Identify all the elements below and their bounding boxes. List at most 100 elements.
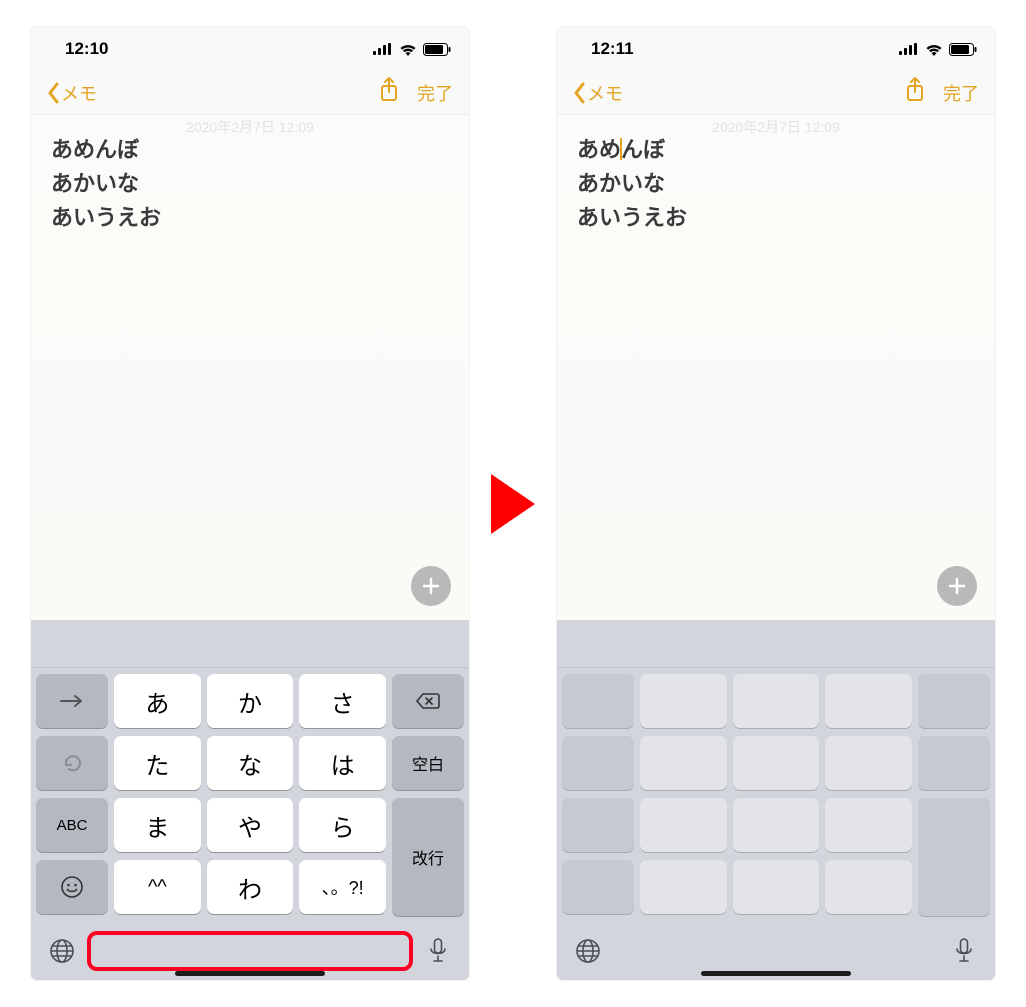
key-punct[interactable]: 、。?! (299, 860, 386, 914)
key-space[interactable]: 空白 (392, 736, 464, 790)
note-line-2: あかいな (577, 167, 975, 201)
globe-icon (575, 938, 601, 964)
keyboard: あ か さ た な は 空白 ABC (31, 668, 469, 922)
spacebar-highlight-annotation (87, 931, 413, 971)
key-ha[interactable]: は (299, 736, 386, 790)
nav-bar: メモ 完了 (557, 71, 995, 115)
key-return[interactable]: 改行 (392, 798, 464, 916)
keyboard-bottom-bar (31, 922, 469, 980)
mic-icon (429, 938, 447, 964)
wifi-icon (925, 43, 943, 56)
key-abc[interactable]: ABC (36, 798, 108, 852)
keyboard-trackpad-mode[interactable] (557, 668, 995, 922)
key-ta[interactable]: た (114, 736, 201, 790)
key-ra[interactable]: ら (299, 798, 386, 852)
status-time: 12:10 (65, 39, 108, 59)
home-indicator[interactable] (175, 971, 325, 976)
globe-button[interactable] (47, 936, 77, 966)
back-label: メモ (61, 80, 97, 106)
blank-key (825, 860, 912, 914)
status-bar: 12:11 (557, 27, 995, 71)
phone-right: 12:11 メモ 完了 2020年2月7日 12:09 あめんぼ (557, 27, 995, 980)
blank-key (562, 674, 634, 728)
blank-key (733, 674, 820, 728)
key-kaomoji[interactable]: ^^ (114, 860, 201, 914)
wifi-icon (399, 43, 417, 56)
dictation-button[interactable] (423, 936, 453, 966)
blank-key (918, 736, 990, 790)
suggestion-strip[interactable] (31, 620, 469, 668)
chevron-back-icon (573, 82, 585, 104)
key-undo[interactable] (36, 736, 108, 790)
add-button[interactable] (937, 566, 977, 606)
phone-left: 12:10 メモ 完了 2020年2月7日 12:09 あめんぼ (31, 27, 469, 980)
blank-key (640, 736, 727, 790)
cellular-icon (373, 43, 393, 55)
cellular-icon (899, 43, 919, 55)
note-line-2: あかいな (51, 167, 449, 201)
share-icon (905, 77, 925, 103)
plus-icon (948, 577, 966, 595)
key-wa-label: わ (238, 870, 262, 905)
mic-icon (955, 938, 973, 964)
delete-icon (415, 692, 441, 710)
status-indicators (899, 43, 977, 56)
done-button[interactable]: 完了 (417, 80, 453, 106)
back-label: メモ (587, 80, 623, 106)
share-button[interactable] (905, 77, 925, 108)
smiley-icon (60, 875, 84, 899)
blank-key (733, 736, 820, 790)
key-ya[interactable]: や (207, 798, 294, 852)
blank-key (825, 674, 912, 728)
plus-icon (422, 577, 440, 595)
key-ma[interactable]: ま (114, 798, 201, 852)
key-sa[interactable]: さ (299, 674, 386, 728)
note-timestamp: 2020年2月7日 12:09 (712, 117, 840, 139)
battery-icon (949, 43, 977, 56)
blank-key (640, 674, 727, 728)
note-line-3: あいうえお (51, 201, 449, 235)
share-icon (379, 77, 399, 103)
back-button[interactable]: メモ (573, 80, 623, 106)
key-wa[interactable]: わ (207, 860, 294, 914)
blank-key (562, 798, 634, 852)
key-a[interactable]: あ (114, 674, 201, 728)
add-button[interactable] (411, 566, 451, 606)
key-next-candidate[interactable] (36, 674, 108, 728)
note-content-area[interactable]: 2020年2月7日 12:09 あめんぼ あかいな あいうえお (31, 115, 469, 620)
back-button[interactable]: メモ (47, 80, 97, 106)
status-indicators (373, 43, 451, 56)
key-ka[interactable]: か (207, 674, 294, 728)
key-emoji[interactable] (36, 860, 108, 914)
blank-key (733, 798, 820, 852)
blank-key (640, 798, 727, 852)
blank-key (918, 674, 990, 728)
share-button[interactable] (379, 77, 399, 108)
suggestion-strip[interactable] (557, 620, 995, 668)
home-indicator[interactable] (701, 971, 851, 976)
done-button[interactable]: 完了 (943, 80, 979, 106)
undo-icon (61, 752, 83, 774)
battery-icon (423, 43, 451, 56)
arrow-right-icon (59, 694, 85, 708)
nav-bar: メモ 完了 (31, 71, 469, 115)
dictation-button[interactable] (949, 936, 979, 966)
key-na[interactable]: な (207, 736, 294, 790)
key-delete[interactable] (392, 674, 464, 728)
globe-button[interactable] (573, 936, 603, 966)
blank-key (918, 798, 990, 916)
note-content-area[interactable]: 2020年2月7日 12:09 あめんぼ あかいな あいうえお (557, 115, 995, 620)
blank-key (825, 798, 912, 852)
note-timestamp: 2020年2月7日 12:09 (186, 117, 314, 139)
chevron-back-icon (47, 82, 59, 104)
blank-key (640, 860, 727, 914)
blank-key (562, 736, 634, 790)
blank-key (562, 860, 634, 914)
status-time: 12:11 (591, 39, 634, 59)
globe-icon (49, 938, 75, 964)
note-line-3: あいうえお (577, 201, 975, 235)
keyboard-bottom-bar (557, 922, 995, 980)
spacebar-area (613, 931, 939, 971)
blank-key (825, 736, 912, 790)
blank-key (733, 860, 820, 914)
